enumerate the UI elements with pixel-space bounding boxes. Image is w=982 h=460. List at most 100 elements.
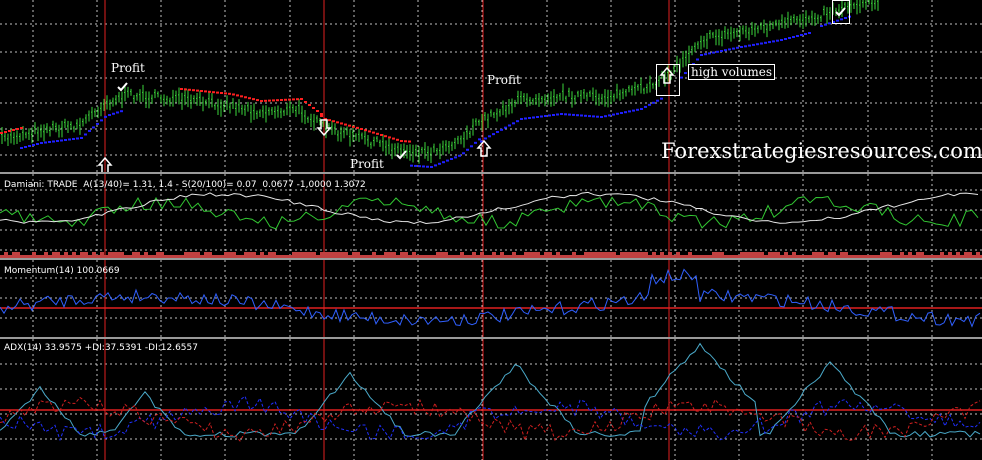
sar-dot	[612, 113, 615, 116]
sar-dot	[628, 110, 631, 113]
sar-dot	[88, 129, 91, 132]
sar-dot	[404, 140, 407, 143]
sar-dot	[248, 97, 251, 100]
sar-dot	[376, 132, 379, 135]
sar-dot	[208, 90, 211, 93]
sar-dot	[748, 44, 751, 47]
sar-dot	[204, 90, 207, 93]
sar-dot	[532, 116, 535, 119]
sar-dot	[470, 145, 473, 148]
site-watermark: Forexstrategiesresources.com	[661, 139, 982, 163]
sar-dot	[328, 119, 331, 122]
sar-dot	[260, 100, 263, 102]
sar-dot	[188, 88, 191, 91]
sar-dot	[340, 122, 343, 125]
sar-dot	[116, 111, 119, 114]
sar-dot	[776, 39, 779, 42]
sar-dot	[808, 32, 811, 34]
sar-dot	[756, 43, 759, 46]
sar-dot	[16, 128, 19, 130]
sar-dot	[44, 141, 47, 144]
sar-dot	[660, 97, 663, 100]
sar-dot	[360, 128, 363, 130]
adx-canvas	[0, 339, 982, 460]
sar-dot	[520, 118, 523, 120]
sar-dot	[560, 113, 563, 115]
high-volumes-label: high volumes	[688, 64, 775, 80]
sar-dot	[92, 126, 95, 129]
sar-dot	[112, 112, 115, 115]
sar-dot	[32, 144, 35, 146]
sar-dot	[368, 130, 371, 133]
sar-dot	[576, 114, 579, 117]
sar-dot	[492, 133, 495, 136]
sar-dot	[716, 50, 719, 53]
sar-dot	[772, 40, 775, 43]
sar-dot	[524, 117, 527, 120]
sar-dot	[556, 113, 559, 116]
momentum-canvas	[0, 260, 982, 337]
sar-dot	[320, 115, 323, 117]
sar-dot	[608, 114, 611, 117]
sar-dot	[280, 99, 283, 101]
sar-dot	[792, 36, 795, 38]
sar-dot	[548, 114, 551, 117]
sar-dot	[80, 137, 83, 139]
sar-dot	[422, 165, 425, 168]
momentum-label: Momentum(14) 100.0669	[4, 266, 120, 276]
sar-dot	[228, 92, 231, 95]
up-arrow-icon	[476, 139, 492, 157]
sar-dot	[768, 41, 771, 44]
sar-dot	[332, 120, 335, 123]
check-icon	[117, 82, 128, 92]
sar-dot	[24, 146, 27, 148]
profit-annotation-3: Profit	[350, 157, 384, 171]
sar-dot	[584, 114, 587, 117]
sar-dot	[56, 140, 59, 142]
sar-dot	[820, 25, 823, 27]
sar-dot	[640, 108, 643, 110]
sar-dot	[196, 89, 199, 92]
sar-dot	[592, 115, 595, 118]
sar-dot	[736, 46, 739, 49]
sar-dot	[236, 94, 239, 97]
sar-dot	[300, 98, 303, 100]
sar-dot	[616, 112, 619, 115]
sar-dot	[732, 47, 735, 50]
sar-dot	[108, 114, 111, 117]
sar-dot	[540, 115, 543, 118]
sar-dot	[52, 140, 55, 143]
sar-dot	[632, 109, 635, 112]
sar-dot	[64, 139, 67, 141]
sar-dot	[478, 138, 481, 141]
sar-dot	[704, 53, 707, 56]
sar-dot	[426, 165, 429, 168]
sar-dot	[744, 45, 747, 48]
sar-dot	[400, 140, 403, 142]
adx-indicator-pane[interactable]: ADX(14) 33.9575 +DI:37.5391 -DI:12.6557	[0, 339, 982, 460]
sar-dot	[580, 114, 583, 117]
sar-dot	[12, 129, 15, 131]
momentum-indicator-pane[interactable]: Momentum(14) 100.0669	[0, 260, 982, 337]
sar-dot	[272, 99, 275, 102]
sar-dot	[648, 103, 651, 106]
sar-dot	[500, 128, 503, 131]
sar-dot	[636, 108, 639, 111]
sar-dot	[304, 101, 307, 103]
sar-dot	[348, 124, 351, 127]
sar-dot	[784, 38, 787, 40]
sar-dot	[264, 99, 267, 102]
sar-dot	[644, 105, 647, 108]
sar-dot	[224, 92, 227, 95]
main-price-chart[interactable]: Profit Profit Profit high volumes Forexs…	[0, 0, 982, 172]
sar-dot	[256, 99, 259, 102]
damiani-indicator-pane[interactable]: Damiani: TRADE A(13/40)= 1.31, 1.4 - S(2…	[0, 174, 982, 258]
sar-dot	[4, 131, 7, 133]
sar-dot	[384, 135, 387, 138]
sar-dot	[712, 51, 715, 54]
sar-dot	[780, 39, 783, 41]
sar-dot	[8, 130, 11, 132]
sar-dot	[544, 115, 547, 117]
sar-dot	[36, 143, 39, 145]
sar-dot	[48, 141, 51, 143]
